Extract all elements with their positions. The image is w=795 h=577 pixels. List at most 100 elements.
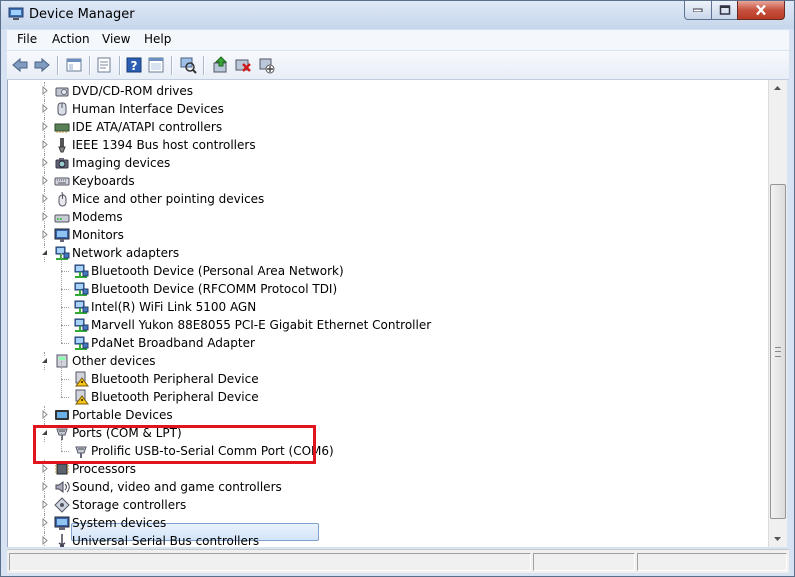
tree-device[interactable]: Bluetooth Peripheral Device <box>8 379 748 406</box>
tree-item-label: Bluetooth Peripheral Device <box>91 372 259 386</box>
tree-device[interactable]: Bluetooth Peripheral Device <box>8 361 748 388</box>
menu-file[interactable]: File <box>17 32 37 46</box>
modem-icon <box>54 214 70 223</box>
tree-device[interactable]: Intel(R) WiFi Link 5100 AGN <box>8 289 748 316</box>
collapsed-arrow-icon[interactable] <box>40 158 49 167</box>
tree-category[interactable]: Human Interface Devices <box>8 100 748 118</box>
menu-action[interactable]: Action <box>52 32 90 46</box>
usb-icon <box>58 534 66 547</box>
tree-item-label: Bluetooth Device (RFCOMM Protocol TDI) <box>91 282 338 296</box>
collapsed-arrow-icon[interactable] <box>40 176 49 185</box>
tree-connector <box>61 253 62 271</box>
tree-item-label: Network adapters <box>72 246 180 260</box>
show-hide-console-tree-icon[interactable] <box>65 56 83 74</box>
close-icon <box>756 4 766 16</box>
tree-item-label: Other devices <box>72 354 156 368</box>
tree-category[interactable]: IDE ATA/ATAPI controllers <box>8 118 748 136</box>
hid-icon <box>57 102 67 116</box>
system-devices-icon <box>54 516 70 530</box>
tree-category[interactable]: Universal Serial Bus controllers <box>8 532 748 547</box>
close-button[interactable] <box>737 1 785 20</box>
tree-category[interactable]: Other devices <box>8 352 748 370</box>
scroll-thumb[interactable] <box>770 184 786 519</box>
mouse-icon <box>58 191 67 207</box>
svg-text:?: ? <box>131 59 138 73</box>
tree-category[interactable]: Sound, video and game controllers <box>8 478 748 496</box>
tree-device[interactable]: Marvell Yukon 88E8055 PCI-E Gigabit Ethe… <box>8 307 748 334</box>
back-icon[interactable] <box>11 56 29 74</box>
collapsed-arrow-icon[interactable] <box>40 122 49 131</box>
vertical-scrollbar[interactable] <box>768 80 787 547</box>
menu-view[interactable]: View <box>102 32 130 46</box>
collapsed-arrow-icon[interactable] <box>40 464 49 473</box>
keyboard-icon <box>54 177 70 186</box>
tree-category[interactable]: Imaging devices <box>8 154 748 172</box>
tree-category[interactable]: IEEE 1394 Bus host controllers <box>8 136 748 154</box>
tree-item-label: IEEE 1394 Bus host controllers <box>72 138 256 152</box>
tree-connector <box>61 307 62 325</box>
tree-item-label: Portable Devices <box>72 408 173 422</box>
console-icon[interactable] <box>147 56 165 74</box>
tree-category[interactable]: System devices <box>8 514 748 532</box>
tree-connector <box>61 379 69 380</box>
red-annotation-box <box>33 425 316 464</box>
maximize-button[interactable] <box>711 1 738 20</box>
tree-connector <box>61 289 69 290</box>
expanded-arrow-icon[interactable] <box>40 248 49 257</box>
tree-connector <box>61 289 62 307</box>
collapsed-arrow-icon[interactable] <box>40 212 49 221</box>
tree-device[interactable]: PdaNet Broadband Adapter <box>8 325 748 352</box>
tree-category[interactable]: Portable Devices <box>8 406 748 424</box>
tree-item-label: Processors <box>72 462 137 476</box>
scan-hardware-icon[interactable] <box>179 56 197 74</box>
help-icon[interactable]: ? <box>125 56 143 74</box>
storage-controller-icon <box>54 497 70 513</box>
toolbar: ? <box>7 51 789 80</box>
menu-help[interactable]: Help <box>144 32 171 46</box>
collapsed-arrow-icon[interactable] <box>40 518 49 527</box>
tree-category[interactable]: DVD/CD-ROM drives <box>8 82 748 100</box>
disable-device-icon[interactable] <box>258 56 276 74</box>
tree-device[interactable]: Bluetooth Device (Personal Area Network) <box>8 253 748 280</box>
collapsed-arrow-icon[interactable] <box>40 230 49 239</box>
tree-category[interactable]: Network adapters <box>8 244 748 262</box>
collapsed-arrow-icon[interactable] <box>40 104 49 113</box>
tree-connector <box>61 343 69 344</box>
collapsed-arrow-icon[interactable] <box>40 86 49 95</box>
toolbar-separator <box>57 56 58 75</box>
tree-category[interactable]: Modems <box>8 208 748 226</box>
title-bar[interactable]: Device Manager <box>1 1 794 29</box>
tree-category[interactable]: Storage controllers <box>8 496 748 514</box>
scroll-down-icon[interactable] <box>769 530 786 547</box>
scroll-up-icon[interactable] <box>769 80 786 97</box>
forward-icon[interactable] <box>33 56 51 74</box>
collapsed-arrow-icon[interactable] <box>40 140 49 149</box>
expanded-arrow-icon[interactable] <box>40 356 49 365</box>
scroll-grip-icon <box>775 347 781 357</box>
collapsed-arrow-icon[interactable] <box>40 500 49 509</box>
tree-category[interactable]: Keyboards <box>8 172 748 190</box>
collapsed-arrow-icon[interactable] <box>40 482 49 491</box>
collapsed-arrow-icon[interactable] <box>40 536 49 545</box>
tree-item-label: Sound, video and game controllers <box>72 480 282 494</box>
tree-item-label: Modems <box>72 210 123 224</box>
network-adapter-icon <box>74 264 89 278</box>
collapsed-arrow-icon[interactable] <box>40 194 49 203</box>
update-driver-icon[interactable] <box>212 56 230 74</box>
tree-item-label: Monitors <box>72 228 124 242</box>
network-adapter-icon <box>74 300 89 314</box>
uninstall-icon[interactable] <box>234 56 252 74</box>
properties-icon[interactable] <box>95 56 113 74</box>
tree-item-label: Mice and other pointing devices <box>72 192 265 206</box>
collapsed-arrow-icon[interactable] <box>40 410 49 419</box>
minimize-button[interactable] <box>684 1 712 20</box>
device-tree[interactable]: DVD/CD-ROM drives Human Interface Devices… <box>7 80 769 547</box>
tree-connector <box>61 379 62 397</box>
tree-category[interactable]: Monitors <box>8 226 748 244</box>
tree-device[interactable]: Bluetooth Device (RFCOMM Protocol TDI) <box>8 271 748 298</box>
toolbar-separator <box>203 56 204 75</box>
menu-bar: File Action View Help <box>7 30 789 50</box>
tree-category[interactable]: Mice and other pointing devices <box>8 190 748 208</box>
monitor-icon <box>54 228 70 242</box>
tree-item-label: Intel(R) WiFi Link 5100 AGN <box>91 300 257 314</box>
